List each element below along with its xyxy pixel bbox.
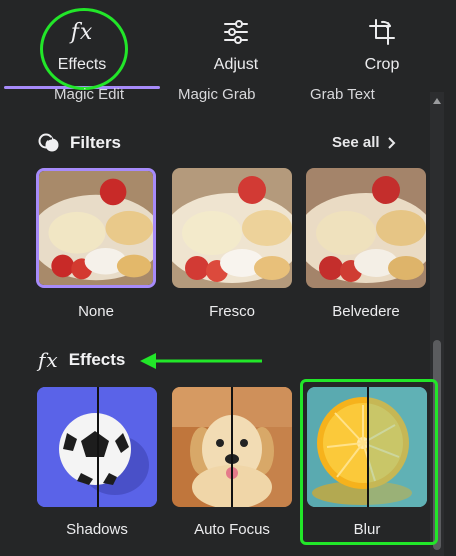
- dessert-photo: [306, 168, 426, 288]
- fx-icon: fx: [70, 19, 94, 45]
- filter-fresco-label: Fresco: [209, 303, 255, 320]
- filter-none-thumbnail[interactable]: [36, 168, 156, 288]
- tab-adjust[interactable]: Adjust: [188, 0, 284, 88]
- effect-blur-thumbnail[interactable]: [307, 387, 427, 507]
- filter-belvedere-label: Belvedere: [332, 303, 400, 320]
- sliders-icon: [223, 18, 249, 46]
- filters-section-header: Filters: [38, 132, 121, 154]
- filter-belvedere-thumbnail[interactable]: [306, 168, 426, 288]
- tab-crop[interactable]: Crop: [334, 0, 430, 88]
- effect-shadows-label: Shadows: [66, 521, 128, 538]
- filters-title: Filters: [70, 133, 122, 152]
- effect-blur-label: Blur: [353, 521, 381, 538]
- filter-fresco-thumbnail[interactable]: [172, 168, 292, 288]
- magic-grab-button[interactable]: Magic Grab: [178, 86, 256, 106]
- effects-title: Effects: [68, 350, 126, 369]
- orange-photo: [307, 387, 427, 507]
- effect-shadows-thumbnail[interactable]: [37, 387, 157, 507]
- effects-section-header: fx Effects: [38, 348, 125, 372]
- tab-bar: fx Effects Adjust Crop: [0, 0, 456, 88]
- filters-icon: [38, 133, 59, 152]
- tab-effects[interactable]: fx Effects: [34, 0, 130, 88]
- tab-effects-label: Effects: [57, 56, 107, 73]
- scroll-up-icon[interactable]: [432, 96, 442, 106]
- dessert-photo: [39, 171, 153, 285]
- effect-auto-focus-thumbnail[interactable]: [172, 387, 292, 507]
- see-all-link[interactable]: See all: [332, 134, 396, 151]
- tab-crop-label: Crop: [364, 56, 400, 73]
- scrollbar-thumb[interactable]: [433, 340, 441, 550]
- dog-photo: [172, 387, 292, 507]
- effect-auto-focus-label: Auto Focus: [194, 521, 270, 538]
- chevron-right-icon: [387, 136, 395, 149]
- see-all-label: See all: [332, 134, 380, 151]
- soccer-ball-image: [37, 387, 157, 507]
- dessert-photo: [172, 168, 292, 288]
- magic-edit-button[interactable]: Magic Edit: [54, 86, 124, 106]
- crop-icon: [368, 18, 396, 46]
- tab-adjust-label: Adjust: [213, 56, 259, 73]
- annotation-arrow-icon: [140, 353, 262, 369]
- fx-icon: fx: [38, 348, 59, 372]
- grab-text-button[interactable]: Grab Text: [310, 86, 375, 106]
- filter-none-label: None: [78, 303, 114, 320]
